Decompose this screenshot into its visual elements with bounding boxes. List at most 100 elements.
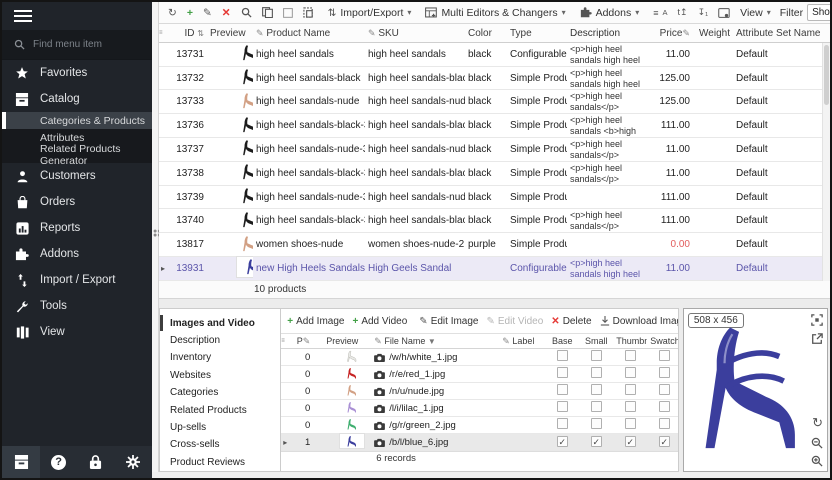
addons-menu[interactable]: Addons▾ [575,2,645,24]
thumbnail-checkbox[interactable] [625,384,636,395]
image-table-row[interactable]: 0 /l/i/lilac_1.jpg [281,400,678,417]
sidebar-item-favorites[interactable]: Favorites [2,60,152,86]
zoom-out-button[interactable] [811,437,823,449]
swatch-checkbox[interactable] [659,384,670,395]
table-row[interactable]: 13733 high heel sandals-nude high heel s… [159,90,822,114]
sidebar-item-customers[interactable]: Customers [2,163,152,189]
menu-search[interactable]: Find menu item [2,30,152,60]
column-header-weight[interactable]: Weight [693,28,733,39]
scrollbar-thumb[interactable] [824,45,829,105]
small-checkbox[interactable]: ✓ [591,436,602,447]
base-checkbox[interactable] [557,350,568,361]
store-button[interactable] [2,446,40,478]
thumbnail-checkbox[interactable] [625,401,636,412]
base-checkbox[interactable] [557,367,568,378]
category-filter-select[interactable]: Show products from selected categories▾ [807,4,830,21]
sidebar-item-catalog[interactable]: Catalog [2,86,152,112]
search-button[interactable] [236,2,257,24]
column-header-swatch[interactable]: Swatch [647,336,679,346]
detail-tab-product-reviews[interactable]: Product Reviews [160,454,280,471]
table-row[interactable]: 13737 high heel sandals-nude-36 high hee… [159,138,822,162]
thumbnail-checkbox[interactable] [625,367,636,378]
swatch-checkbox[interactable] [659,401,670,412]
sidebar-item-reports[interactable]: Reports [2,215,152,241]
column-header-product-name[interactable]: ✎ Product Name [253,28,365,39]
sidebar-item-tools[interactable]: Tools [2,293,152,319]
detail-tab-images-and-video[interactable]: Images and Video [160,314,280,331]
table-row[interactable]: 13738 high heel sandals-black-37 high he… [159,162,822,186]
column-header-price[interactable]: Price✎ [653,28,693,39]
import-export-menu[interactable]: ⇅Import/Export▾ [323,2,417,24]
table-row[interactable]: ▸ 13931 new High Heels Sandals High Geel… [159,257,822,281]
column-header-type[interactable]: Type [507,28,567,39]
open-external-button[interactable] [811,333,823,345]
lock-button[interactable] [77,446,114,478]
detail-tab-cross-sells[interactable]: Cross-sells [160,436,280,453]
small-checkbox[interactable] [591,350,602,361]
delete-product-button[interactable]: ✕ [217,2,236,24]
detail-tab-categories[interactable]: Categories [160,384,280,401]
small-checkbox[interactable] [591,401,602,412]
rotate-image-button[interactable]: ↻ [812,415,823,431]
sidebar-item-orders[interactable]: Orders [2,189,152,215]
help-button[interactable]: ? [40,446,77,478]
column-header-small[interactable]: Small [579,336,613,346]
column-header-description[interactable]: Description [567,28,653,39]
thumbnail-checkbox[interactable]: ✓ [625,436,636,447]
image-table-row[interactable]: 0 /n/u/nude.jpg [281,383,678,400]
table-row[interactable]: 13739 high heel sandals-nude-37 high hee… [159,186,822,210]
sidebar-item-related-products-generator[interactable]: Related Products Generator [2,146,152,163]
image-table-row[interactable]: 0 /g/r/green_2.jpg [281,417,678,434]
image-table-row[interactable]: ▸ 1 /b/l/blue_6.jpg ✓ ✓ ✓ ✓ [281,434,678,451]
panel-splitter[interactable]: ●●●● [152,2,159,472]
paste-button[interactable] [298,2,319,24]
small-checkbox[interactable] [591,418,602,429]
settings-button[interactable] [115,446,152,478]
delete-image-button[interactable]: ✕Delete [547,310,595,332]
column-header-preview[interactable]: Preview [207,28,253,39]
edit-product-button[interactable]: ✎ [198,2,217,24]
hamburger-menu-button[interactable] [2,2,152,30]
detail-tab-related-products[interactable]: Related Products [160,401,280,418]
column-header-color[interactable]: Color [465,28,507,39]
copy-button[interactable] [257,2,278,24]
sidebar-item-categories-products[interactable]: Categories & Products [2,112,152,129]
column-header-base[interactable]: Base [545,336,579,346]
add-image-button[interactable]: +Add Image [283,310,348,332]
sort-az-button[interactable]: ≡A [648,2,672,24]
table-row[interactable]: 13736 high heel sandals-black-36 high he… [159,114,822,138]
detail-tab-inventory[interactable]: Inventory [160,349,280,366]
swatch-checkbox[interactable] [659,350,670,361]
add-product-button[interactable]: + [182,2,198,24]
column-header-preview[interactable]: Preview [313,336,371,346]
swatch-checkbox[interactable] [659,418,670,429]
base-checkbox[interactable] [557,418,568,429]
detail-tab-description[interactable]: Description [160,332,280,349]
refresh-button[interactable]: ↻ [163,2,182,24]
add-video-button[interactable]: +Add Video [348,310,411,332]
multi-editors-menu[interactable]: Multi Editors & Changers▾ [420,2,570,24]
sidebar-item-view[interactable]: View [2,319,152,345]
base-checkbox[interactable] [557,401,568,412]
base-checkbox[interactable]: ✓ [557,436,568,447]
select-button[interactable] [278,2,298,24]
sidebar-item-addons[interactable]: Addons [2,241,152,267]
swatch-checkbox[interactable] [659,367,670,378]
column-header-position[interactable]: P✎ [289,336,313,347]
column-header-label[interactable]: ✎ Label [499,336,545,347]
table-row[interactable]: 13732 high heel sandals-black high heel … [159,67,822,91]
image-table-row[interactable]: 0 /w/h/white_1.jpg [281,349,678,366]
vertical-scrollbar[interactable] [822,43,830,281]
zoom-in-button[interactable] [811,455,823,467]
header-burger-icon[interactable]: ≡ [159,30,167,36]
edit-image-button[interactable]: ✎Edit Image [415,310,482,332]
expand-rows-button[interactable]: t↥ [673,2,693,24]
small-checkbox[interactable] [591,367,602,378]
thumbnail-checkbox[interactable] [625,350,636,361]
base-checkbox[interactable] [557,384,568,395]
thumbnail-checkbox[interactable] [625,418,636,429]
edit-video-button[interactable]: ✎Edit Video [483,310,548,332]
header-burger-icon[interactable]: ≡ [281,338,289,344]
swatch-checkbox[interactable]: ✓ [659,436,670,447]
image-table-row[interactable]: 0 /r/e/red_1.jpg [281,366,678,383]
